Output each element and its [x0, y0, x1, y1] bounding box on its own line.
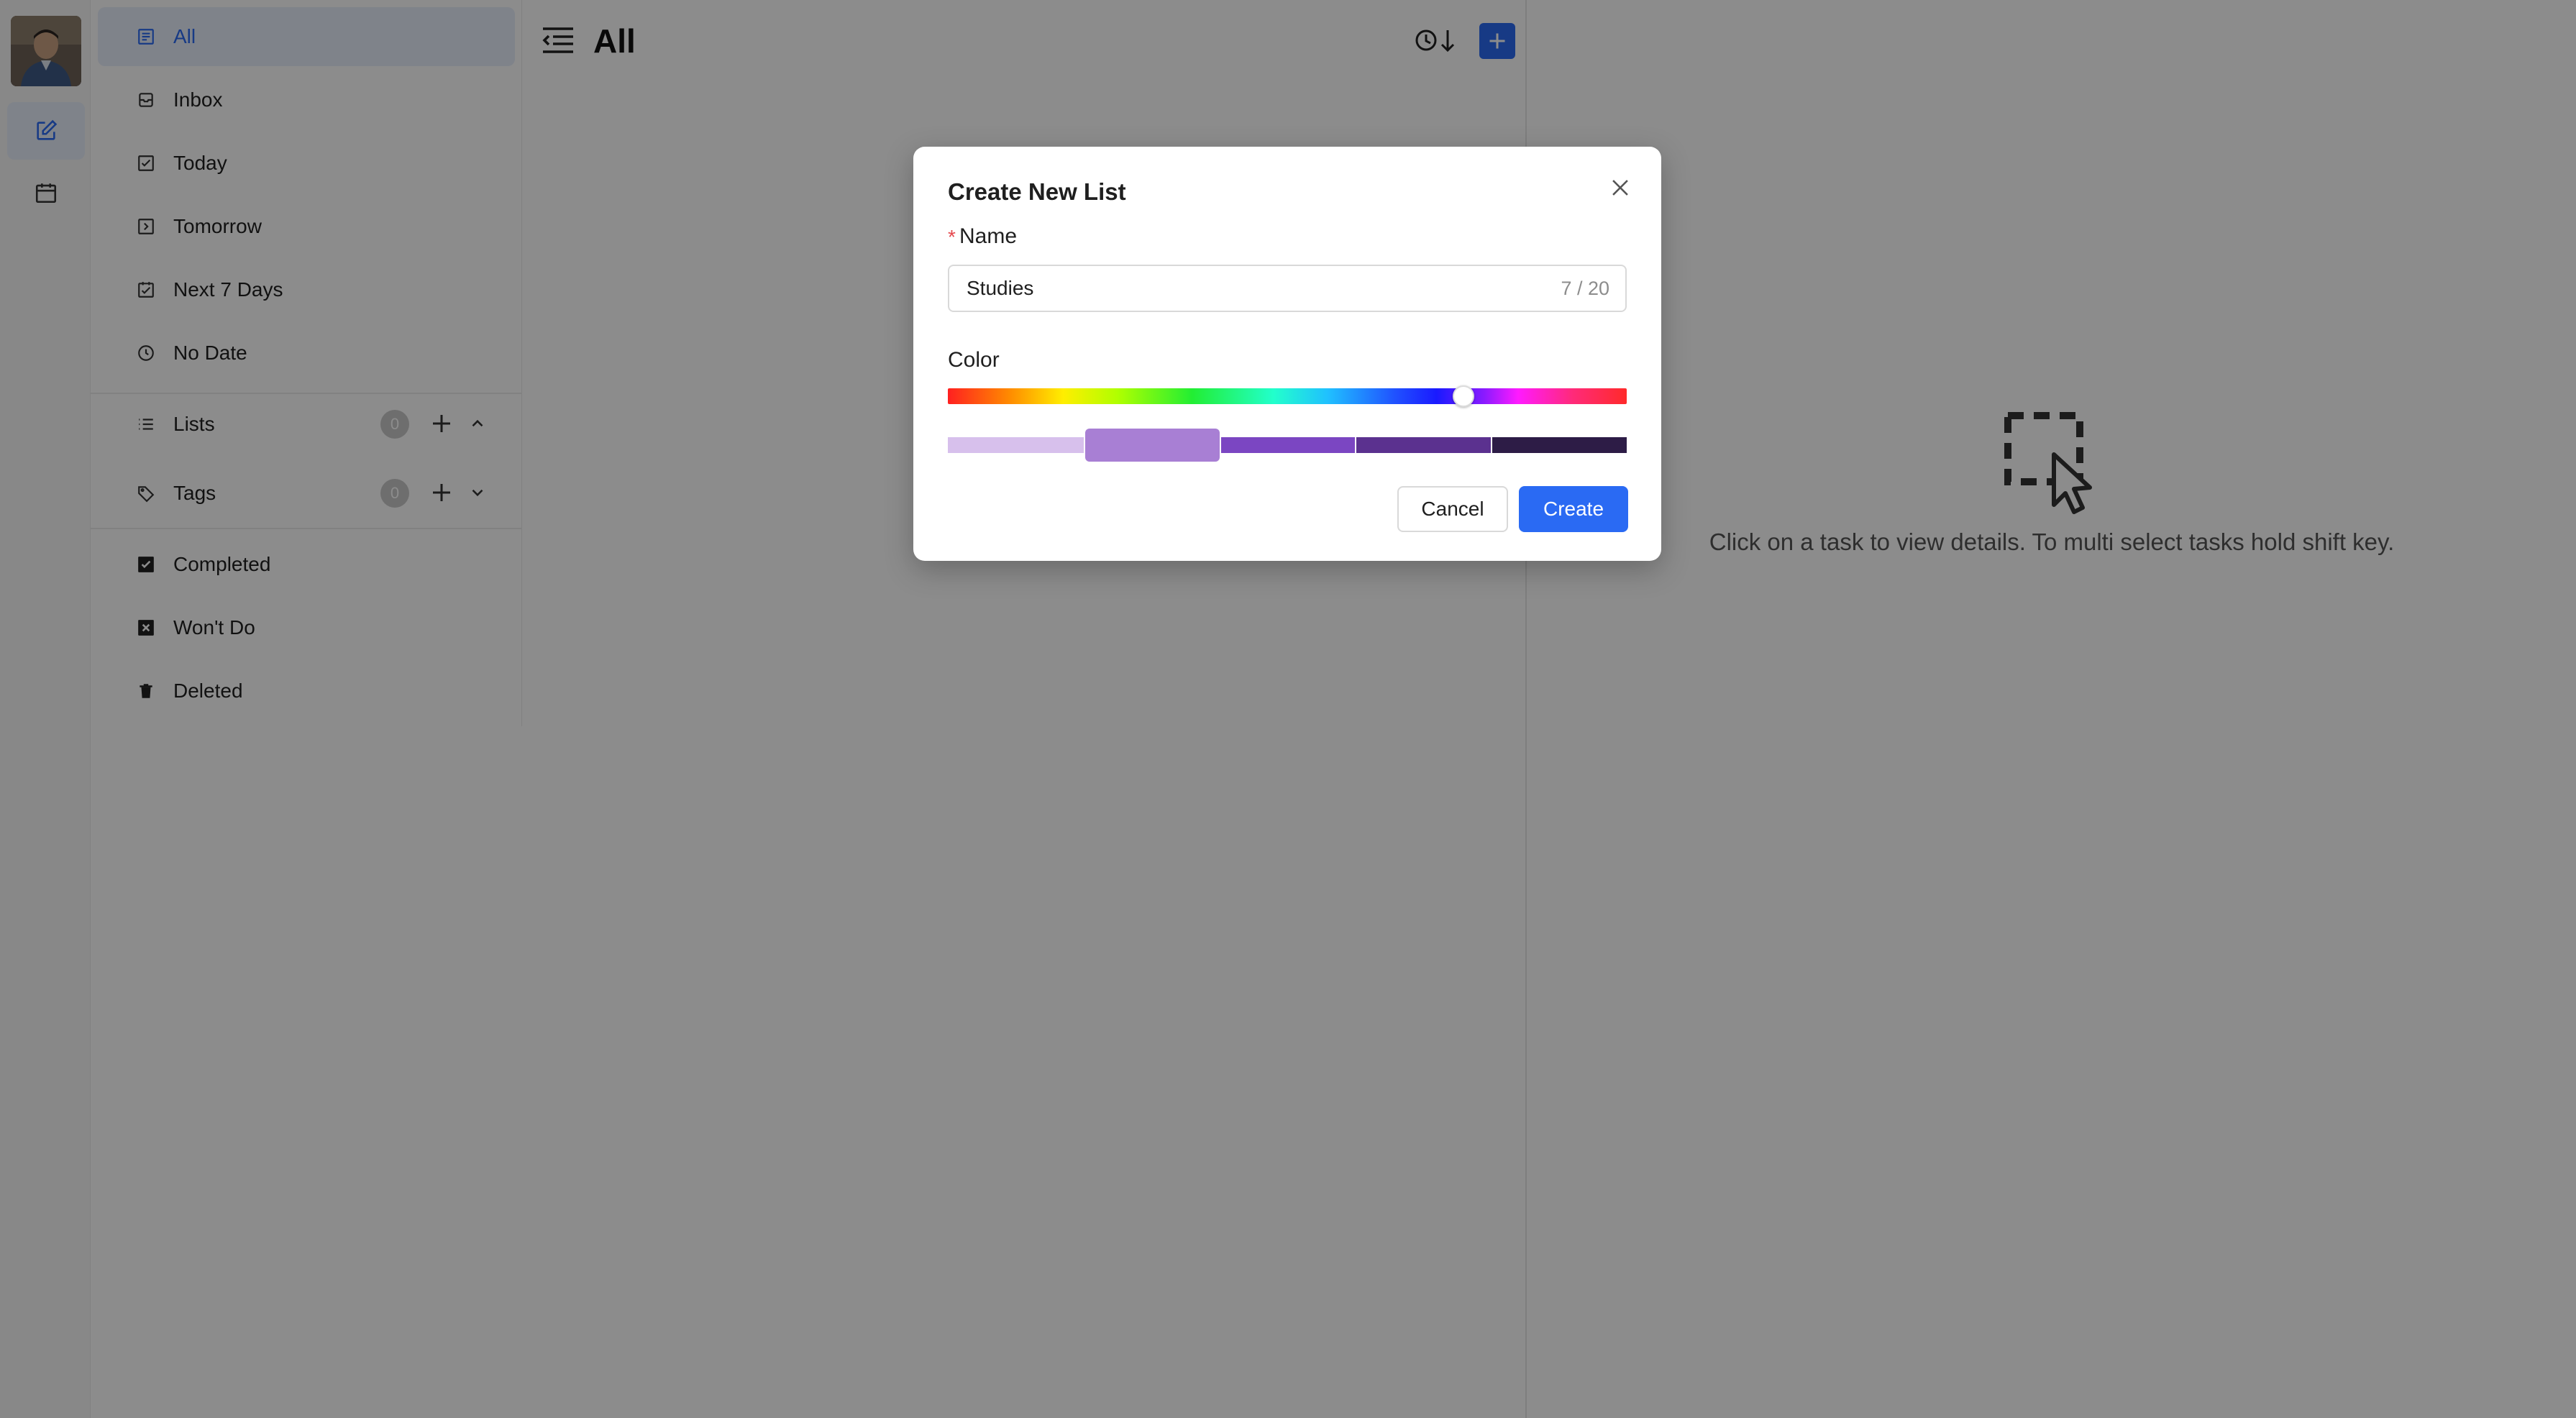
create-list-dialog: Create New List * Name 7 / 20 Color Canc… — [913, 147, 1661, 561]
color-swatch[interactable] — [1356, 437, 1492, 453]
create-button[interactable]: Create — [1519, 486, 1628, 532]
name-input[interactable] — [965, 266, 1526, 311]
color-swatches — [948, 429, 1627, 462]
name-label: Name — [959, 224, 1018, 248]
character-count: 7 / 20 — [1561, 278, 1609, 299]
color-swatch[interactable] — [1492, 437, 1627, 453]
required-mark: * — [948, 226, 956, 248]
name-field[interactable]: 7 / 20 — [948, 265, 1627, 312]
color-swatch[interactable] — [948, 437, 1084, 453]
hue-slider[interactable] — [948, 388, 1627, 404]
color-swatch[interactable] — [1084, 429, 1220, 462]
color-label: Color — [948, 348, 1000, 372]
dialog-title: Create New List — [948, 178, 1126, 205]
app-window: All Inbox Today Tomorrow Next 7 Days No … — [0, 0, 2576, 1418]
cancel-button[interactable]: Cancel — [1397, 486, 1508, 532]
close-icon[interactable] — [1608, 175, 1632, 200]
color-swatch[interactable] — [1220, 437, 1356, 453]
